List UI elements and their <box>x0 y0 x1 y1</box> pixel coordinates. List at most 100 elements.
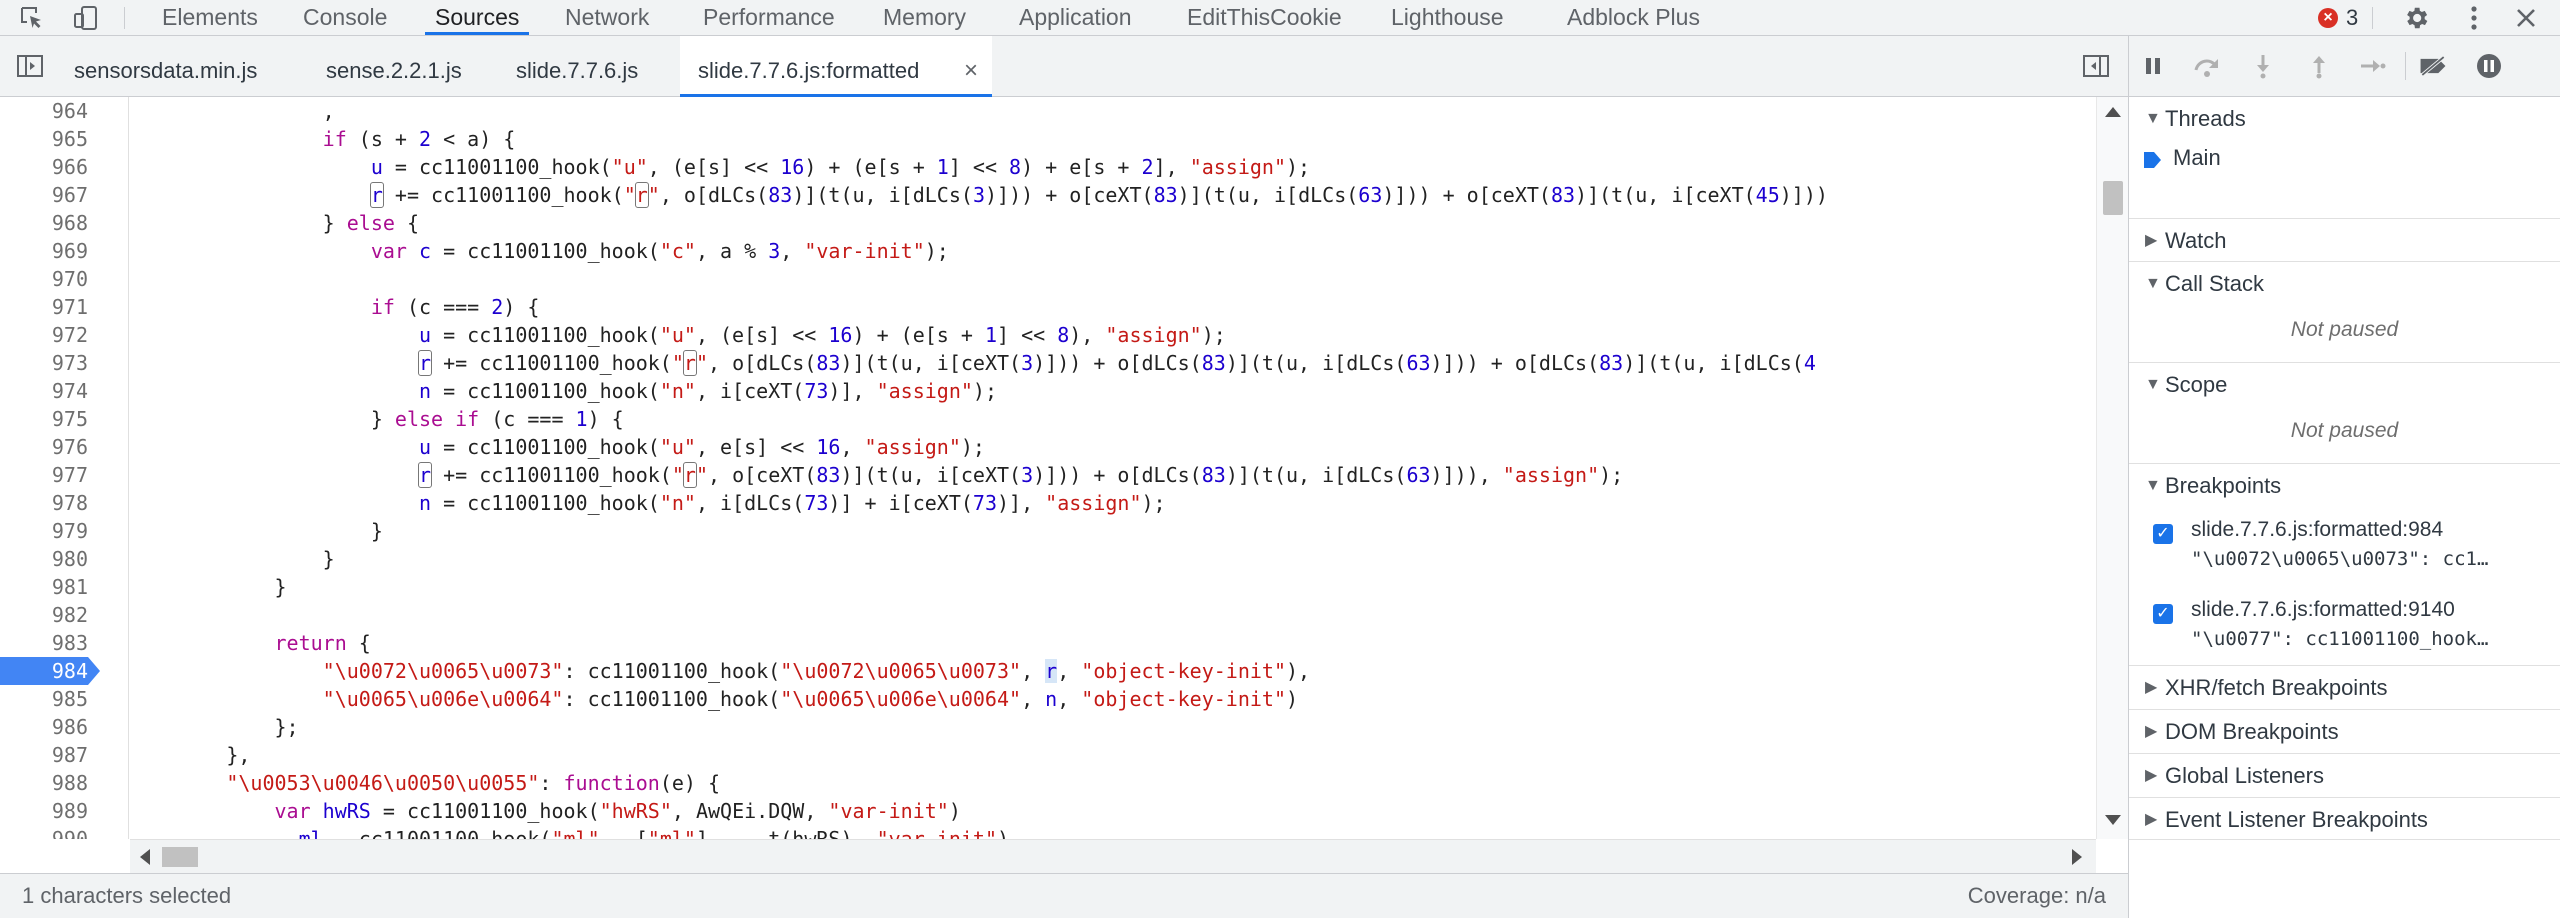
breakpoint-item[interactable]: ✓ slide.7.7.6.js:formatted:984 "\u0072\u… <box>2129 510 2560 582</box>
vertical-scroll-thumb[interactable] <box>2103 181 2123 215</box>
close-devtools-icon[interactable] <box>2508 0 2544 36</box>
line-number[interactable]: 973 <box>0 349 88 377</box>
breakpoint-checkbox[interactable]: ✓ <box>2153 604 2173 624</box>
event-listener-breakpoints-section-header[interactable]: ▶ Event Listener Breakpoints <box>2129 797 2560 840</box>
line-number[interactable]: 979 <box>0 517 88 545</box>
current-thread-arrow-icon <box>2144 152 2161 168</box>
code-line: } <box>130 519 383 543</box>
file-tab-slide[interactable]: slide.7.7.6.js <box>500 36 676 96</box>
code-line: var c = cc11001100_hook("c", a % 3, "var… <box>370 239 949 263</box>
file-tab-sense[interactable]: sense.2.2.1.js <box>310 36 496 96</box>
file-tab-slide-formatted[interactable]: slide.7.7.6.js:formatted × <box>680 36 992 97</box>
step-over-icon[interactable] <box>2191 50 2223 82</box>
inspect-element-icon[interactable] <box>14 0 50 36</box>
tab-memory[interactable]: Memory <box>883 0 966 35</box>
line-number[interactable]: 981 <box>0 573 88 601</box>
deactivate-breakpoints-icon[interactable] <box>2417 50 2449 82</box>
tab-editthiscookie[interactable]: EditThisCookie <box>1187 0 1342 35</box>
step-icon[interactable] <box>2357 50 2389 82</box>
line-number[interactable]: 985 <box>0 685 88 713</box>
device-toolbar-icon[interactable] <box>68 0 104 36</box>
dom-breakpoints-section-header[interactable]: ▶ DOM Breakpoints <box>2129 709 2560 752</box>
code-line: "\u0072\u0065\u0073": cc11001100_hook("\… <box>322 659 1311 683</box>
pause-icon[interactable] <box>2137 50 2169 82</box>
code-line: u = cc11001100_hook("u", (e[s] << 16) + … <box>370 155 1311 179</box>
toggle-debugger-icon[interactable] <box>2080 48 2112 84</box>
toolbar-divider <box>2405 52 2406 80</box>
section-title: Event Listener Breakpoints <box>2165 807 2428 832</box>
tab-console[interactable]: Console <box>303 0 387 35</box>
coverage-status[interactable]: Coverage: n/a <box>1968 874 2106 918</box>
scroll-left-arrow-icon[interactable] <box>140 849 150 865</box>
horizontal-scrollbar[interactable] <box>130 839 2096 873</box>
line-number[interactable]: 964 <box>0 97 88 125</box>
tab-elements[interactable]: Elements <box>162 0 258 35</box>
scroll-right-arrow-icon[interactable] <box>2072 849 2082 865</box>
more-options-icon[interactable] <box>2456 0 2492 36</box>
breakpoint-checkbox[interactable]: ✓ <box>2153 524 2173 544</box>
code-line: r += cc11001100_hook("r", o[dLCs(83)](t(… <box>369 182 1828 208</box>
step-out-icon[interactable] <box>2303 50 2335 82</box>
threads-section-header[interactable]: ▼ Threads <box>2129 97 2560 140</box>
tab-performance[interactable]: Performance <box>703 0 835 35</box>
line-number[interactable]: 975 <box>0 405 88 433</box>
watch-section-header[interactable]: ▶ Watch <box>2129 218 2560 261</box>
tab-network[interactable]: Network <box>565 0 649 35</box>
line-number[interactable]: 978 <box>0 489 88 517</box>
breakpoint-item[interactable]: ✓ slide.7.7.6.js:formatted:9140 "\u0077"… <box>2129 590 2560 662</box>
horizontal-scroll-thumb[interactable] <box>162 847 198 867</box>
line-number[interactable]: 988 <box>0 769 88 797</box>
code-line: u = cc11001100_hook("u", (e[s] << 16) + … <box>418 323 1226 347</box>
code-line: if (s + 2 < a) { <box>322 127 516 151</box>
line-number[interactable]: 983 <box>0 629 88 657</box>
expanded-triangle-icon: ▼ <box>2145 110 2161 127</box>
line-number[interactable]: 971 <box>0 293 88 321</box>
close-tab-icon[interactable]: × <box>964 36 978 106</box>
vertical-scrollbar[interactable] <box>2096 97 2128 839</box>
scroll-up-arrow-icon[interactable] <box>2105 107 2121 117</box>
thread-main-item[interactable]: Main <box>2129 141 2560 181</box>
xhr-breakpoints-section-header[interactable]: ▶ XHR/fetch Breakpoints <box>2129 665 2560 708</box>
line-number[interactable]: 967 <box>0 181 88 209</box>
file-tab-sensorsdata[interactable]: sensorsdata.min.js <box>58 36 292 96</box>
line-number[interactable]: 970 <box>0 265 88 293</box>
line-number[interactable]: 987 <box>0 741 88 769</box>
collapsed-triangle-icon: ▶ <box>2145 232 2158 249</box>
code-line: }, <box>130 743 251 767</box>
line-number[interactable]: 965 <box>0 125 88 153</box>
call-stack-section-header[interactable]: ▼ Call Stack <box>2129 261 2560 304</box>
scroll-down-arrow-icon[interactable] <box>2105 815 2121 825</box>
line-number[interactable]: 972 <box>0 321 88 349</box>
pause-on-exceptions-icon[interactable] <box>2473 50 2505 82</box>
selection-status: 1 characters selected <box>22 883 232 908</box>
global-listeners-section-header[interactable]: ▶ Global Listeners <box>2129 753 2560 796</box>
tab-application[interactable]: Application <box>1019 0 1132 35</box>
line-number[interactable]: 969 <box>0 237 88 265</box>
line-number[interactable]: 980 <box>0 545 88 573</box>
toggle-navigator-icon[interactable] <box>14 48 46 84</box>
line-number[interactable]: 989 <box>0 797 88 825</box>
code-area[interactable]: , if (s + 2 < a) { u = cc11001100_hook("… <box>130 97 2090 839</box>
breakpoints-section-header[interactable]: ▼ Breakpoints <box>2129 463 2560 506</box>
line-number[interactable]: 966 <box>0 153 88 181</box>
tab-sources[interactable]: Sources <box>424 0 530 35</box>
settings-gear-icon[interactable] <box>2398 0 2434 36</box>
code-line: } <box>130 575 287 599</box>
line-number[interactable]: 974 <box>0 377 88 405</box>
step-into-icon[interactable] <box>2247 50 2279 82</box>
expanded-triangle-icon: ▼ <box>2145 477 2161 494</box>
error-count-badge[interactable]: × 3 <box>2318 4 2358 32</box>
line-number[interactable]: 977 <box>0 461 88 489</box>
line-number[interactable]: 968 <box>0 209 88 237</box>
scope-section-header[interactable]: ▼ Scope <box>2129 362 2560 405</box>
call-stack-empty-text: Not paused <box>2290 318 2399 341</box>
line-number[interactable]: 990 <box>0 825 88 839</box>
line-number[interactable]: 982 <box>0 601 88 629</box>
line-number[interactable]: 976 <box>0 433 88 461</box>
tab-lighthouse[interactable]: Lighthouse <box>1391 0 1504 35</box>
source-code-editor[interactable]: , if (s + 2 < a) { u = cc11001100_hook("… <box>0 97 2128 873</box>
line-number[interactable]: 986 <box>0 713 88 741</box>
tab-adblock-plus[interactable]: Adblock Plus <box>1567 0 1700 35</box>
error-icon: × <box>2318 8 2338 28</box>
line-number[interactable]: 984 <box>0 657 88 685</box>
